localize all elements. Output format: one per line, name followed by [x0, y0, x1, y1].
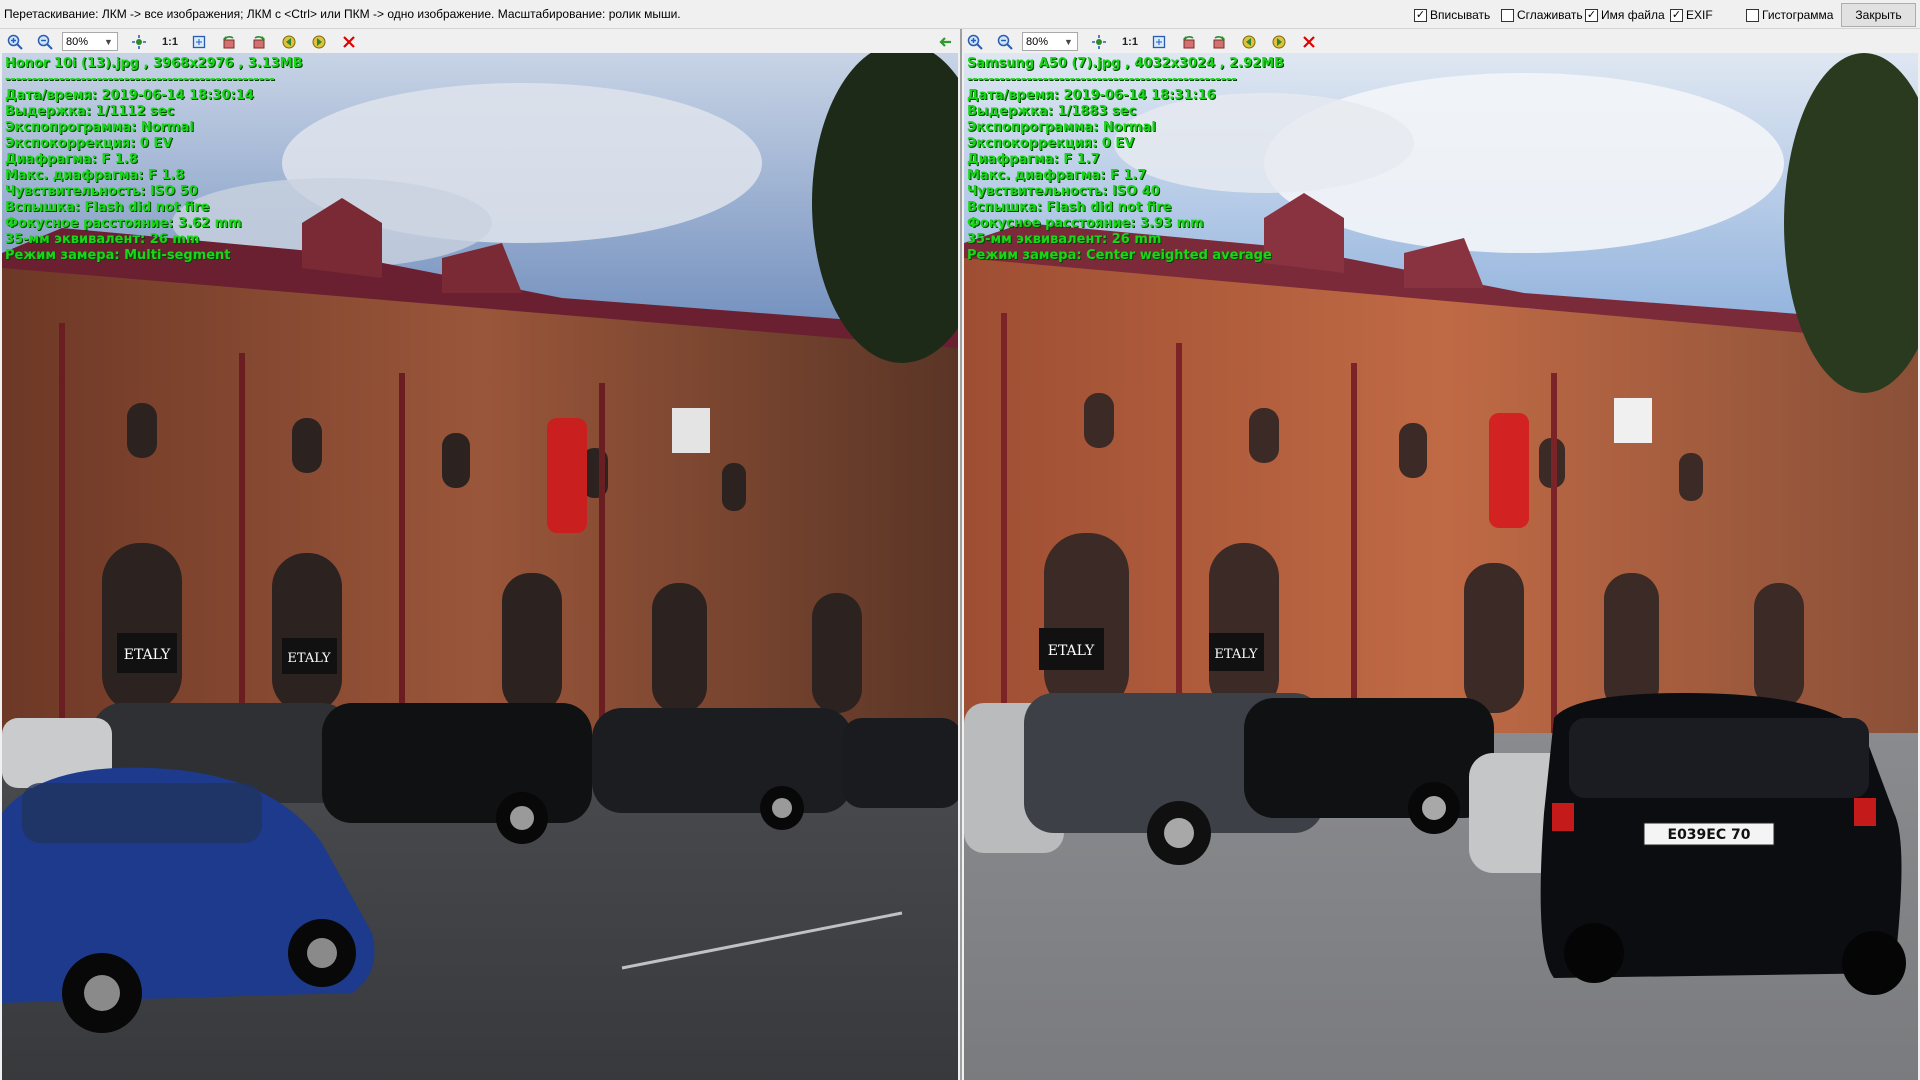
left-file-info: Honor 10i (13).jpg , 3968x2976 , 3.13MB [5, 56, 303, 71]
zoom-in-icon[interactable] [966, 33, 984, 51]
actual-size-button[interactable]: 1:1 [159, 33, 181, 51]
prev-image-icon[interactable] [1240, 33, 1258, 51]
right-exif-datetime: Дата/время: 2019-06-14 18:31:16 [967, 88, 1216, 103]
usage-hint: Перетаскивание: ЛКМ -> все изображения; … [4, 7, 681, 21]
left-zoom-select[interactable]: 80% ▼ [62, 32, 118, 51]
checkbox-histogram[interactable] [1746, 8, 1759, 22]
close-image-icon[interactable] [340, 33, 358, 51]
top-bar: Перетаскивание: ЛКМ -> все изображения; … [0, 0, 1920, 29]
left-exif-overlay: Honor 10i (13).jpg , 3968x2976 , 3.13MB … [5, 56, 303, 264]
right-license-plate: E039EC 70 [1668, 827, 1751, 843]
right-shop-sign: ETALY [1048, 643, 1095, 659]
option-histogram-label: Гистограмма [1762, 8, 1834, 22]
right-separator: ----------------------------------------… [967, 72, 1237, 87]
right-image-viewer[interactable]: ETALY ETALY E039EC 70 Samsung A50 (7).jp… [964, 53, 1918, 1080]
left-exif-iso: Чувствительность: ISO 50 [5, 184, 198, 199]
right-zoom-value: 80% [1026, 35, 1049, 48]
left-shop-sign: ETALY [124, 647, 171, 663]
left-shop-sign-2: ETALY [287, 651, 331, 666]
close-button[interactable]: Закрыть [1841, 3, 1916, 27]
right-exif-max-aperture: Макс. диафрагма: F 1.7 [967, 168, 1147, 183]
fit-window-icon[interactable] [1150, 33, 1168, 51]
fit-icon[interactable] [1090, 33, 1108, 51]
left-separator: ----------------------------------------… [5, 72, 275, 87]
left-exif-ev: Экспокоррекция: 0 EV [5, 136, 173, 151]
left-exif-aperture: Диафрагма: F 1.8 [5, 152, 138, 167]
fit-window-icon[interactable] [190, 33, 208, 51]
left-exif-metering: Режим замера: Multi-segment [5, 248, 231, 263]
right-exif-aperture: Диафрагма: F 1.7 [967, 152, 1100, 167]
zoom-out-icon[interactable] [36, 33, 54, 51]
right-exif-metering: Режим замера: Center weighted average [967, 248, 1272, 263]
right-exif-exposure: Выдержка: 1/1883 sec [967, 104, 1137, 119]
option-filename[interactable]: ✓ Имя файла [1585, 7, 1665, 23]
next-image-icon[interactable] [310, 33, 328, 51]
option-fit[interactable]: ✓ Вписывать [1414, 7, 1490, 23]
chevron-down-icon: ▼ [1064, 36, 1073, 47]
chevron-down-icon: ▼ [104, 36, 113, 47]
option-histogram[interactable]: Гистограмма [1746, 7, 1833, 23]
left-exif-focal: Фокусное расстояние: 3.62 mm [5, 216, 242, 231]
checkbox-smooth[interactable] [1501, 8, 1514, 22]
right-exif-iso: Чувствительность: ISO 40 [967, 184, 1160, 199]
right-exif-flash: Вспышка: Flash did not fire [967, 200, 1172, 215]
right-exif-ev: Экспокоррекция: 0 EV [967, 136, 1135, 151]
left-toolbar: 80% ▼ 1:1 [0, 29, 960, 53]
left-image-pane: 80% ▼ 1:1 ETALY ETALY Honor 10i (13).jpg… [0, 29, 960, 1080]
left-exif-datetime: Дата/время: 2019-06-14 18:30:14 [5, 88, 254, 103]
right-image-pane: 80% ▼ 1:1 ETALY ETALY E039EC 70 Samsung … [962, 29, 1920, 1080]
prev-image-icon[interactable] [280, 33, 298, 51]
right-zoom-select[interactable]: 80% ▼ [1022, 32, 1078, 51]
left-exif-max-aperture: Макс. диафрагма: F 1.8 [5, 168, 185, 183]
option-fit-label: Вписывать [1430, 8, 1491, 22]
option-exif-label: EXIF [1686, 8, 1713, 22]
option-filename-label: Имя файла [1601, 8, 1665, 22]
option-smooth-label: Сглаживать [1517, 8, 1583, 22]
right-shop-sign-2: ETALY [1214, 647, 1258, 662]
close-image-icon[interactable] [1300, 33, 1318, 51]
next-image-icon[interactable] [1270, 33, 1288, 51]
left-exif-35mm: 35-мм эквивалент: 26 mm [5, 232, 200, 247]
sync-left-arrow-icon[interactable] [936, 33, 954, 51]
left-exif-exposure: Выдержка: 1/1112 sec [5, 104, 175, 119]
checkbox-exif[interactable]: ✓ [1670, 8, 1683, 22]
zoom-out-icon[interactable] [996, 33, 1014, 51]
option-exif[interactable]: ✓ EXIF [1670, 7, 1713, 23]
rotate-right-icon[interactable] [250, 33, 268, 51]
checkbox-filename[interactable]: ✓ [1585, 8, 1598, 22]
checkbox-fit[interactable]: ✓ [1414, 8, 1427, 22]
left-image-viewer[interactable]: ETALY ETALY Honor 10i (13).jpg , 3968x29… [2, 53, 958, 1080]
right-toolbar: 80% ▼ 1:1 [962, 29, 1920, 53]
right-exif-overlay: Samsung A50 (7).jpg , 4032x3024 , 2.92MB… [967, 56, 1284, 264]
right-exif-35mm: 35-мм эквивалент: 26 mm [967, 232, 1162, 247]
option-smooth[interactable]: Сглаживать [1501, 7, 1583, 23]
rotate-left-icon[interactable] [220, 33, 238, 51]
left-exif-program: Экспопрограмма: Normal [5, 120, 194, 135]
rotate-right-icon[interactable] [1210, 33, 1228, 51]
actual-size-button[interactable]: 1:1 [1119, 33, 1141, 51]
right-exif-program: Экспопрограмма: Normal [967, 120, 1156, 135]
zoom-in-icon[interactable] [6, 33, 24, 51]
fit-icon[interactable] [130, 33, 148, 51]
right-exif-focal: Фокусное расстояние: 3.93 mm [967, 216, 1204, 231]
left-zoom-value: 80% [66, 35, 89, 48]
rotate-left-icon[interactable] [1180, 33, 1198, 51]
right-file-info: Samsung A50 (7).jpg , 4032x3024 , 2.92MB [967, 56, 1285, 71]
left-exif-flash: Вспышка: Flash did not fire [5, 200, 210, 215]
